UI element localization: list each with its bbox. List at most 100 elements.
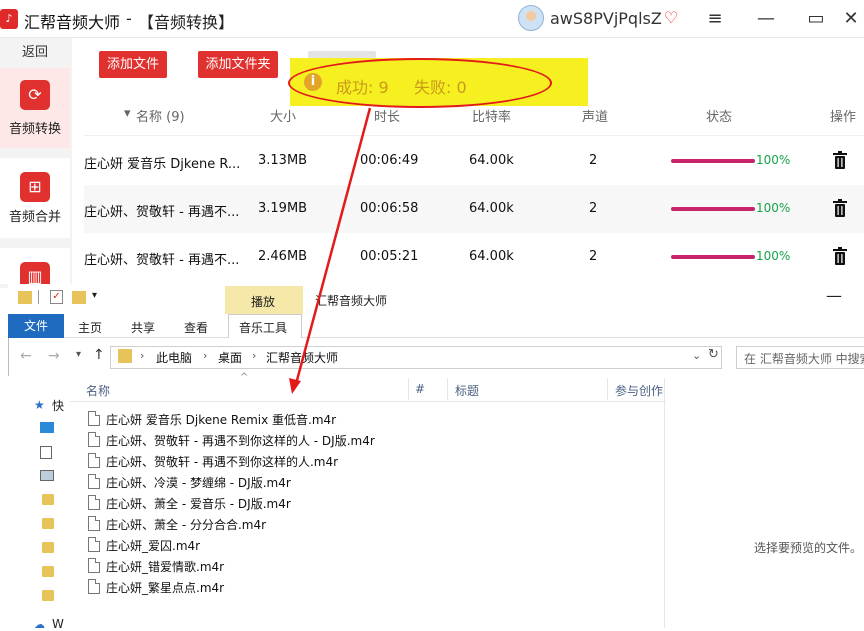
- play-tab-label: 播放: [251, 295, 276, 309]
- tab-music-tools-label: 音乐工具: [239, 321, 288, 335]
- minimize-icon[interactable]: —: [826, 286, 842, 305]
- file-icon: [88, 495, 100, 510]
- trash-icon[interactable]: [832, 247, 848, 265]
- folder-icon[interactable]: [42, 494, 54, 505]
- list-item[interactable]: 庄心妍_爱囚.m4r: [86, 535, 486, 556]
- column-contributing-artists[interactable]: 参与创作: [615, 382, 663, 399]
- add-folder-button[interactable]: 添加文件夹: [198, 51, 278, 78]
- row-channels: 2: [589, 249, 598, 264]
- document-icon[interactable]: [40, 446, 52, 459]
- tab-home[interactable]: 主页: [78, 319, 102, 336]
- row-size: 2.46MB: [258, 249, 308, 264]
- audio-merge-icon: ⊞: [20, 172, 50, 202]
- sidebar-item-label: 音频转换: [8, 122, 61, 137]
- file-icon: [88, 537, 100, 552]
- table-row[interactable]: 庄心妍、贺敬轩 - 再遇不... 3.19MB 00:06:58 64.00k …: [84, 185, 864, 233]
- menu-icon[interactable]: ≡: [702, 6, 728, 32]
- column-status[interactable]: 状态: [706, 106, 732, 125]
- up-arrow-icon[interactable]: ↑: [93, 347, 105, 363]
- row-name: 庄心妍、贺敬轩 - 再遇不...: [84, 253, 240, 268]
- list-item[interactable]: 庄心妍、贺敬轩 - 再遇不到你这样的人.m4r: [86, 451, 486, 472]
- sort-desc-icon[interactable]: ▾: [124, 106, 131, 121]
- file-icon: [88, 579, 100, 594]
- address-bar[interactable]: [110, 346, 722, 369]
- column-divider[interactable]: [408, 378, 409, 400]
- trash-icon[interactable]: [832, 199, 848, 217]
- breadcrumb-this-pc[interactable]: 此电脑: [156, 349, 192, 366]
- progress-percent: 100%: [756, 153, 791, 167]
- nav-item-quick-access[interactable]: 快: [52, 397, 64, 414]
- recent-chevron-icon[interactable]: ▾: [76, 349, 81, 360]
- file-icon: [88, 453, 100, 468]
- row-bitrate: 64.00k: [469, 153, 514, 168]
- maximize-icon[interactable]: ▭: [803, 6, 829, 32]
- desktop-icon[interactable]: [40, 422, 54, 433]
- list-item[interactable]: 庄心妍_繁星点点.m4r: [86, 577, 486, 598]
- forward-arrow-icon[interactable]: →: [48, 348, 60, 364]
- column-size[interactable]: 大小: [270, 106, 296, 125]
- table-row[interactable]: 庄心妍 爱音乐 Djkene R... 3.13MB 00:06:49 64.0…: [84, 137, 864, 185]
- column-bitrate[interactable]: 比特率: [472, 106, 511, 125]
- list-item[interactable]: 庄心妍_错爱情歌.m4r: [86, 556, 486, 577]
- properties-icon[interactable]: ✓: [50, 290, 63, 304]
- column-name[interactable]: 名称: [86, 382, 110, 399]
- chevron-right-icon[interactable]: ›: [203, 349, 207, 362]
- breadcrumb-folder[interactable]: 汇帮音频大师: [266, 349, 338, 366]
- app-logo-icon: ♪: [0, 9, 18, 29]
- file-list-header: [70, 376, 666, 402]
- file-name: 庄心妍、贺敬轩 - 再遇不到你这样的人 - DJ版.m4r: [106, 434, 375, 448]
- quick-access-icon[interactable]: ★: [34, 398, 45, 412]
- file-icon: [88, 411, 100, 426]
- breadcrumb-desktop[interactable]: 桌面: [218, 349, 242, 366]
- folder-icon[interactable]: [42, 590, 54, 601]
- tab-view[interactable]: 查看: [184, 319, 208, 336]
- folder-icon: [118, 349, 132, 363]
- file-name: 庄心妍、冷漠 - 梦缠绵 - DJ版.m4r: [106, 476, 291, 490]
- chevron-down-icon[interactable]: ▾: [92, 290, 97, 301]
- list-item[interactable]: 庄心妍、萧全 - 爱音乐 - DJ版.m4r: [86, 493, 486, 514]
- address-dropdown-icon[interactable]: ⌄: [692, 349, 701, 362]
- sidebar-item-audio-merge[interactable]: ⊞ 音频合并: [0, 158, 70, 238]
- chevron-right-icon[interactable]: ›: [140, 349, 144, 362]
- list-item[interactable]: 庄心妍 爱音乐 Djkene Remix 重低音.m4r: [86, 409, 486, 430]
- column-track-number[interactable]: #: [415, 382, 425, 396]
- list-item[interactable]: 庄心妍、贺敬轩 - 再遇不到你这样的人 - DJ版.m4r: [86, 430, 486, 451]
- tab-share[interactable]: 共享: [131, 319, 155, 336]
- new-folder-icon[interactable]: [72, 291, 86, 304]
- trash-icon[interactable]: [832, 151, 848, 169]
- progress-bar: [671, 159, 755, 163]
- sidebar-item-audio-edit[interactable]: ▥: [0, 248, 70, 292]
- back-button[interactable]: 返回: [0, 42, 70, 64]
- column-divider[interactable]: [447, 378, 448, 400]
- table-row[interactable]: 庄心妍、贺敬轩 - 再遇不... 2.46MB 00:05:21 64.00k …: [84, 233, 864, 281]
- file-name: 庄心妍_错爱情歌.m4r: [106, 560, 225, 574]
- column-title[interactable]: 标题: [455, 382, 479, 399]
- folder-icon[interactable]: [42, 518, 54, 529]
- column-name[interactable]: 名称 (9): [136, 106, 185, 125]
- chevron-right-icon[interactable]: ›: [252, 349, 256, 362]
- user-name[interactable]: awS8PVjPqlsZ: [550, 9, 662, 28]
- sidebar-item-audio-convert[interactable]: ⟳ 音频转换: [0, 68, 70, 148]
- explorer-title: 汇帮音频大师: [315, 294, 388, 308]
- cloud-icon[interactable]: ☁: [34, 618, 45, 631]
- user-avatar[interactable]: [518, 5, 544, 31]
- back-arrow-icon[interactable]: ←: [20, 348, 32, 364]
- file-icon: [88, 516, 100, 531]
- tab-file[interactable]: 文件: [8, 314, 64, 338]
- minimize-icon[interactable]: —: [753, 6, 779, 32]
- column-channels[interactable]: 声道: [582, 106, 608, 125]
- list-item[interactable]: 庄心妍、萧全 - 分分合合.m4r: [86, 514, 486, 535]
- close-icon[interactable]: ✕: [838, 6, 864, 32]
- picture-icon[interactable]: [40, 470, 54, 481]
- vip-diamond-icon[interactable]: ♡: [661, 8, 681, 28]
- refresh-icon[interactable]: ↻: [708, 347, 719, 362]
- list-item[interactable]: 庄心妍、冷漠 - 梦缠绵 - DJ版.m4r: [86, 472, 486, 493]
- column-duration[interactable]: 时长: [374, 106, 400, 125]
- folder-icon[interactable]: [42, 566, 54, 577]
- progress-bar: [671, 207, 755, 211]
- add-file-button[interactable]: 添加文件: [99, 51, 167, 78]
- folder-icon[interactable]: [42, 542, 54, 553]
- audio-convert-icon: ⟳: [20, 80, 50, 110]
- explorer-title-bar: [8, 284, 864, 314]
- column-divider[interactable]: [607, 378, 608, 400]
